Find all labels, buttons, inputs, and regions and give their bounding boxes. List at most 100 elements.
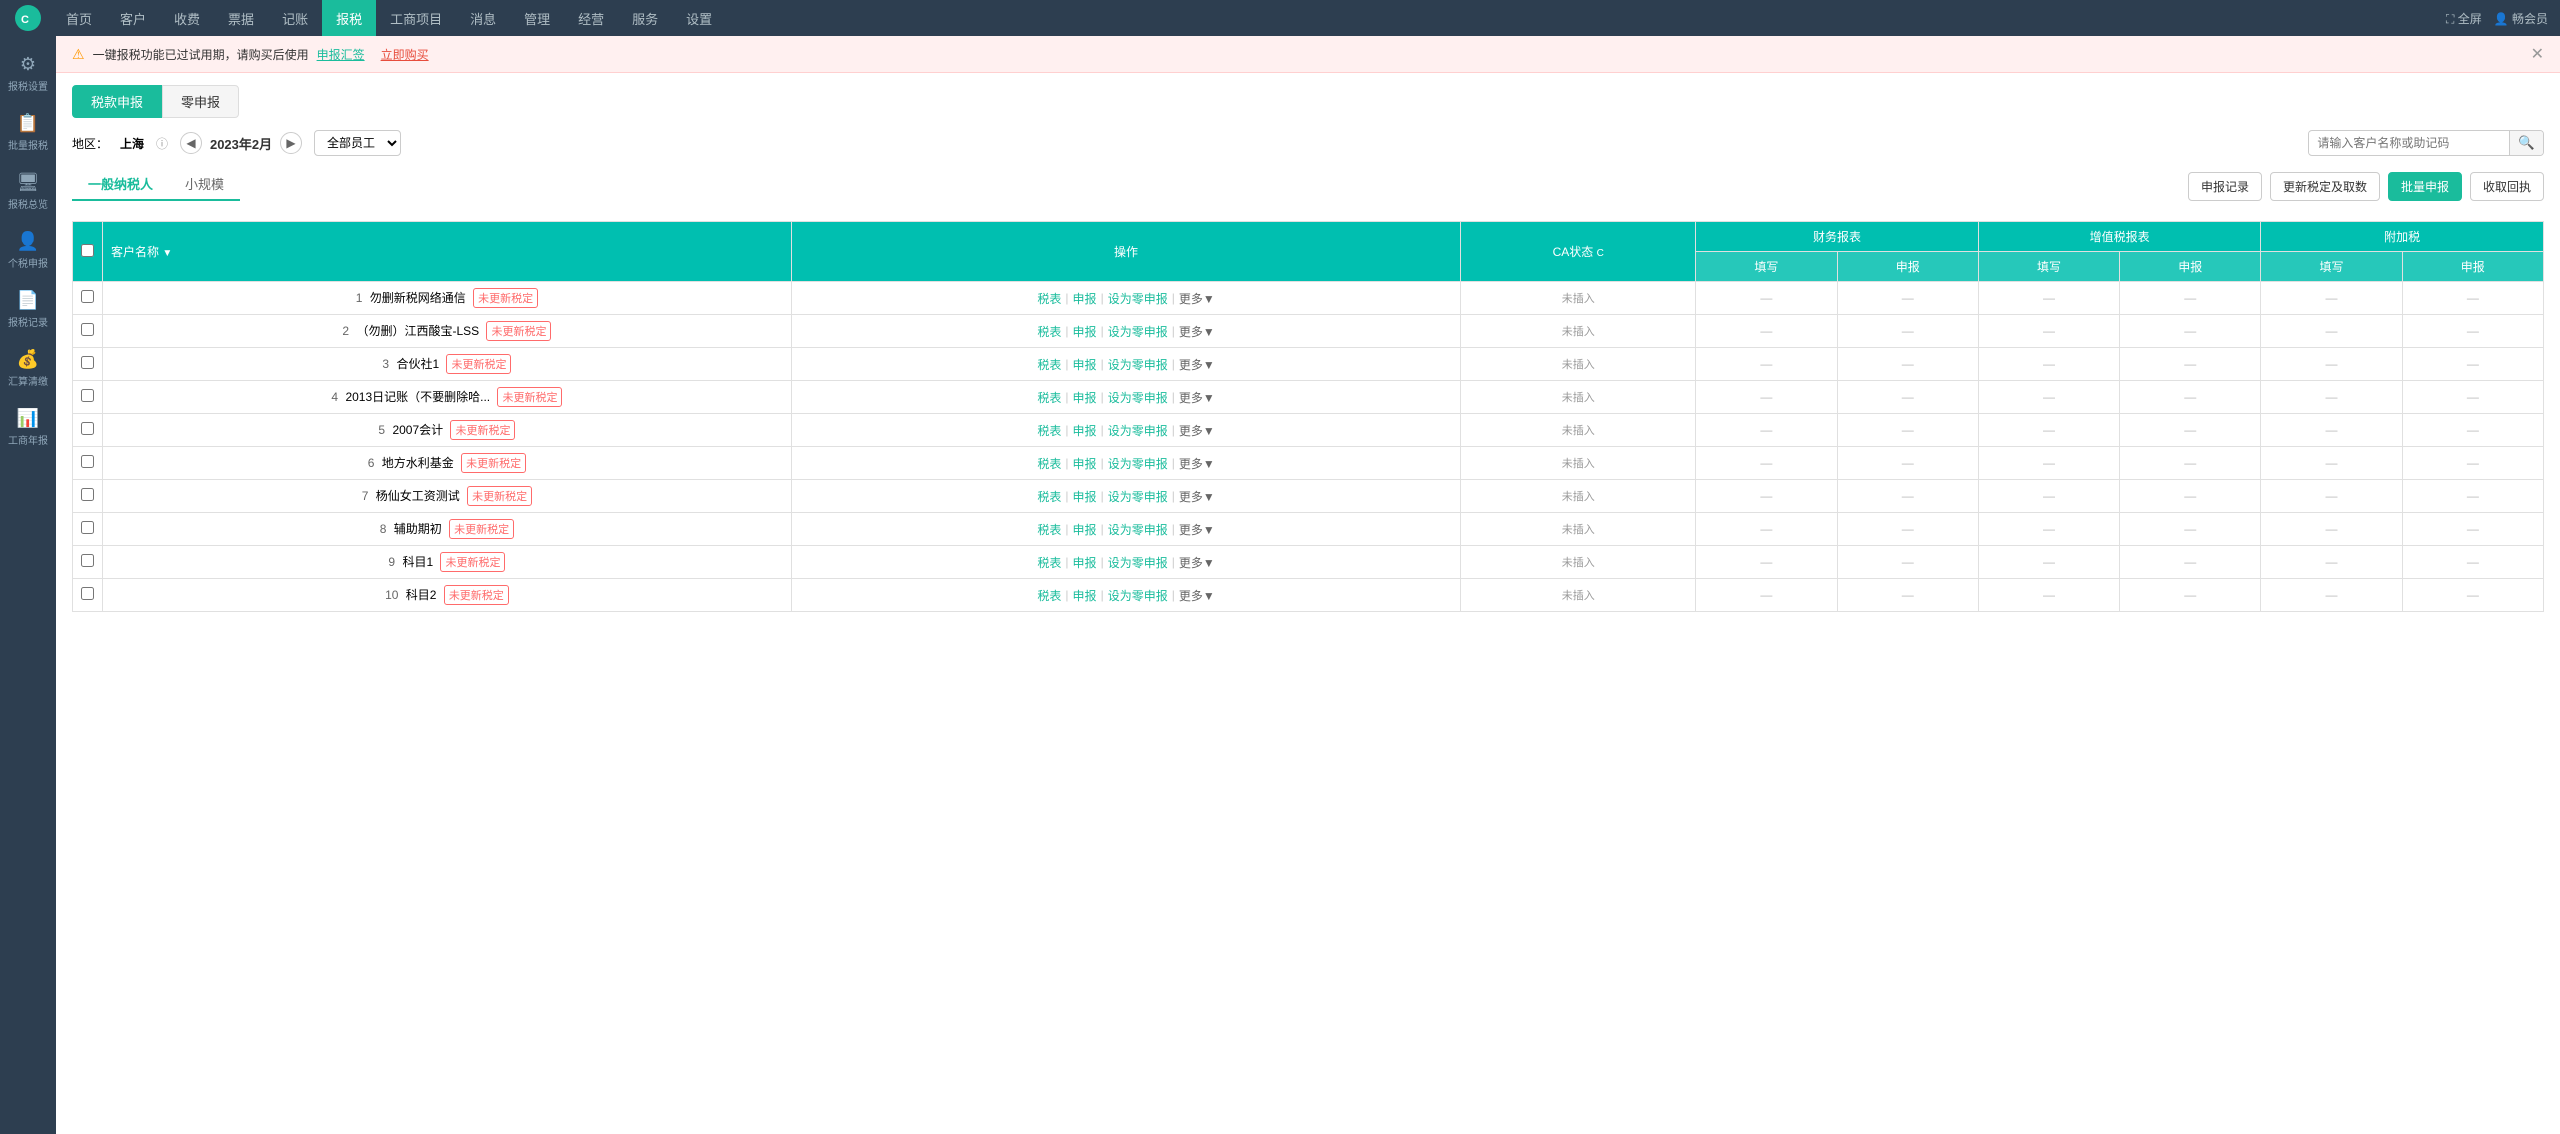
- op-more-6[interactable]: 更多▼: [1179, 488, 1215, 505]
- row-checkbox-4[interactable]: [81, 422, 94, 435]
- select-all-checkbox[interactable]: [81, 244, 94, 257]
- op-more-3[interactable]: 更多▼: [1179, 389, 1215, 406]
- nav-tax[interactable]: 报税: [322, 0, 376, 36]
- member-btn[interactable]: 👤 畅会员: [2494, 10, 2548, 27]
- nav-fee[interactable]: 收费: [160, 0, 214, 36]
- op-more-5[interactable]: 更多▼: [1179, 455, 1215, 472]
- op-tax-form-7[interactable]: 税表: [1037, 521, 1061, 538]
- row-checkbox-5[interactable]: [81, 455, 94, 468]
- op-declare-5[interactable]: 申报: [1073, 455, 1097, 472]
- op-zero-1[interactable]: 设为零申报: [1108, 323, 1168, 340]
- batch-declare-btn[interactable]: 批量申报: [2388, 172, 2462, 201]
- collect-receipt-btn[interactable]: 收取回执: [2470, 172, 2544, 201]
- banner-close-btn[interactable]: ✕: [2531, 44, 2544, 64]
- op-more-4[interactable]: 更多▼: [1179, 422, 1215, 439]
- nav-operation[interactable]: 经营: [564, 0, 618, 36]
- row-checkbox-9[interactable]: [81, 587, 94, 600]
- next-month-btn[interactable]: ▶: [280, 132, 302, 154]
- sidebar-item-batch-tax[interactable]: 📋 批量报税: [0, 103, 56, 162]
- prev-month-btn[interactable]: ◀: [180, 132, 202, 154]
- op-declare-6[interactable]: 申报: [1073, 488, 1097, 505]
- info-icon[interactable]: ⓘ: [156, 135, 168, 152]
- op-zero-7[interactable]: 设为零申报: [1108, 521, 1168, 538]
- op-more-7[interactable]: 更多▼: [1179, 521, 1215, 538]
- op-more-9[interactable]: 更多▼: [1179, 587, 1215, 604]
- update-tax-btn[interactable]: 更新税定及取数: [2270, 172, 2380, 201]
- op-declare-1[interactable]: 申报: [1073, 323, 1097, 340]
- sidebar-item-annual-settlement[interactable]: 💰 汇算清缴: [0, 339, 56, 398]
- tax-table: 客户名称 ▼ 操作 CA状态 C 财务报表 增值税报表 附加税 填写 申报 填写…: [72, 221, 2544, 612]
- row-checkbox-7[interactable]: [81, 521, 94, 534]
- op-tax-form-9[interactable]: 税表: [1037, 587, 1061, 604]
- nav-settings[interactable]: 设置: [672, 0, 726, 36]
- declaration-record-btn[interactable]: 申报记录: [2188, 172, 2262, 201]
- op-zero-4[interactable]: 设为零申报: [1108, 422, 1168, 439]
- sidebar-item-tax-record[interactable]: 📄 报税记录: [0, 280, 56, 339]
- op-tax-form-3[interactable]: 税表: [1037, 389, 1061, 406]
- nav-client[interactable]: 客户: [106, 0, 160, 36]
- person-icon: 👤: [17, 231, 39, 252]
- nav-service[interactable]: 服务: [618, 0, 672, 36]
- op-declare-9[interactable]: 申报: [1073, 587, 1097, 604]
- row-f1-5: —: [1696, 447, 1837, 480]
- banner-buy-link[interactable]: 立即购买: [381, 46, 429, 63]
- op-zero-9[interactable]: 设为零申报: [1108, 587, 1168, 604]
- staff-select[interactable]: 全部员工: [314, 130, 401, 156]
- fullscreen-btn[interactable]: ⛶ 全屏: [2446, 10, 2482, 27]
- op-more-0[interactable]: 更多▼: [1179, 290, 1215, 307]
- sidebar-item-tax-settings[interactable]: ⚙ 报税设置: [0, 44, 56, 103]
- op-tax-form-2[interactable]: 税表: [1037, 356, 1061, 373]
- sidebar-item-annual-report[interactable]: 📊 工商年报: [0, 398, 56, 457]
- row-checkbox-6[interactable]: [81, 488, 94, 501]
- nav-message[interactable]: 消息: [456, 0, 510, 36]
- row-checkbox-0[interactable]: [81, 290, 94, 303]
- row-f2-6: —: [1837, 480, 1978, 513]
- tab-zero-declaration[interactable]: 零申报: [162, 85, 239, 118]
- row-f5-4: —: [2261, 414, 2402, 447]
- op-tax-form-5[interactable]: 税表: [1037, 455, 1061, 472]
- row-checkbox-1[interactable]: [81, 323, 94, 336]
- tab-general-taxpayer[interactable]: 一般纳税人: [72, 168, 169, 201]
- op-zero-2[interactable]: 设为零申报: [1108, 356, 1168, 373]
- tab-small-scale[interactable]: 小规模: [169, 168, 240, 201]
- op-declare-3[interactable]: 申报: [1073, 389, 1097, 406]
- sidebar-item-tax-overview[interactable]: 🖥 报税总览: [0, 162, 56, 221]
- op-zero-6[interactable]: 设为零申报: [1108, 488, 1168, 505]
- op-tax-form-8[interactable]: 税表: [1037, 554, 1061, 571]
- op-zero-8[interactable]: 设为零申报: [1108, 554, 1168, 571]
- op-more-8[interactable]: 更多▼: [1179, 554, 1215, 571]
- row-f3-4: —: [1978, 414, 2119, 447]
- op-tax-form-4[interactable]: 税表: [1037, 422, 1061, 439]
- nav-account[interactable]: 记账: [268, 0, 322, 36]
- op-tax-form-1[interactable]: 税表: [1037, 323, 1061, 340]
- op-declare-4[interactable]: 申报: [1073, 422, 1097, 439]
- op-more-2[interactable]: 更多▼: [1179, 356, 1215, 373]
- sidebar-item-personal-tax[interactable]: 👤 个税申报: [0, 221, 56, 280]
- table-row: 9 科目1 未更新税定 税表 | 申报 | 设为零申报 | 更多▼ 未插入 — …: [73, 546, 2544, 579]
- col-vat-report: 增值税报表: [1978, 222, 2261, 252]
- banner-declaration-link[interactable]: 申报汇签: [317, 46, 365, 63]
- nav-home[interactable]: 首页: [52, 0, 106, 36]
- report-icon: 📊: [17, 408, 39, 429]
- search-button[interactable]: 🔍: [2509, 131, 2543, 155]
- row-checkbox-8[interactable]: [81, 554, 94, 567]
- op-zero-0[interactable]: 设为零申报: [1108, 290, 1168, 307]
- op-tax-form-6[interactable]: 税表: [1037, 488, 1061, 505]
- op-declare-0[interactable]: 申报: [1073, 290, 1097, 307]
- record-icon: 📄: [17, 290, 39, 311]
- tab-tax-declaration[interactable]: 税款申报: [72, 85, 162, 118]
- nav-commerce[interactable]: 工商项目: [376, 0, 456, 36]
- table-row: 10 科目2 未更新税定 税表 | 申报 | 设为零申报 | 更多▼ 未插入 —…: [73, 579, 2544, 612]
- op-declare-7[interactable]: 申报: [1073, 521, 1097, 538]
- op-declare-2[interactable]: 申报: [1073, 356, 1097, 373]
- nav-invoice[interactable]: 票据: [214, 0, 268, 36]
- op-zero-5[interactable]: 设为零申报: [1108, 455, 1168, 472]
- op-zero-3[interactable]: 设为零申报: [1108, 389, 1168, 406]
- search-input[interactable]: [2309, 132, 2509, 154]
- row-checkbox-3[interactable]: [81, 389, 94, 402]
- row-checkbox-2[interactable]: [81, 356, 94, 369]
- nav-manage[interactable]: 管理: [510, 0, 564, 36]
- op-more-1[interactable]: 更多▼: [1179, 323, 1215, 340]
- op-declare-8[interactable]: 申报: [1073, 554, 1097, 571]
- op-tax-form-0[interactable]: 税表: [1037, 290, 1061, 307]
